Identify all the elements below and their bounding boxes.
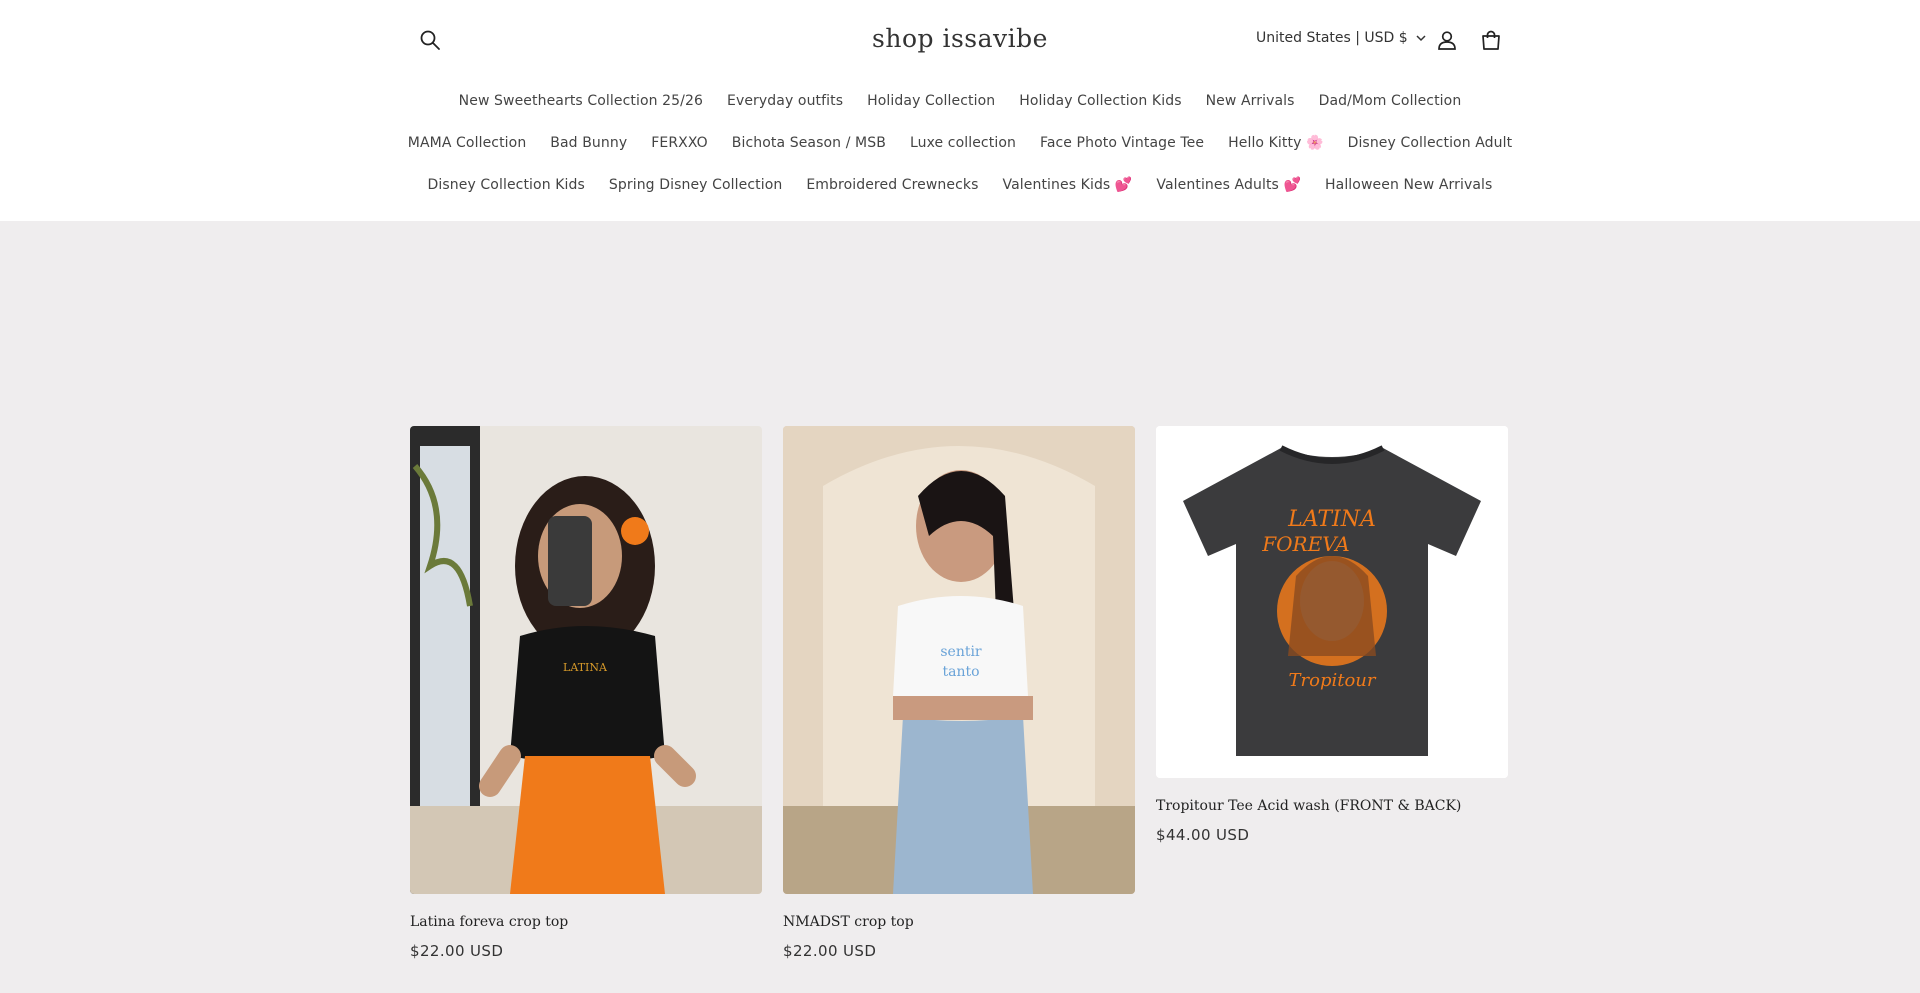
cart-icon (1482, 30, 1500, 50)
chevron-down-icon (1416, 35, 1426, 42)
cart-button[interactable] (1471, 20, 1511, 60)
nav-row-2: MAMA Collection Bad Bunny FERXXO Bichota… (0, 122, 1920, 164)
product-photo-tropitour-tee: LATINA FOREVA Tropitour (1156, 426, 1508, 778)
svg-text:sentir: sentir (940, 644, 982, 660)
svg-text:LATINA: LATINA (563, 661, 608, 674)
svg-text:FOREVA: FOREVA (1261, 532, 1349, 556)
product-title[interactable]: Latina foreva crop top (410, 914, 762, 930)
nav-link[interactable]: Halloween New Arrivals (1313, 177, 1504, 193)
nav-link[interactable]: Bichota Season / MSB (720, 135, 898, 151)
product-card[interactable]: sentir tanto NMADST crop top $22.00 USD (783, 426, 1135, 960)
nav-link[interactable]: Face Photo Vintage Tee (1028, 135, 1216, 151)
main-navigation: New Sweethearts Collection 25/26 Everyda… (0, 80, 1920, 206)
nav-link[interactable]: MAMA Collection (396, 135, 539, 151)
account-button[interactable] (1427, 20, 1467, 60)
nav-link[interactable]: New Sweethearts Collection 25/26 (447, 93, 715, 109)
account-icon (1438, 31, 1456, 50)
currency-selector[interactable]: United States | USD $ (1256, 30, 1426, 46)
nav-row-1: New Sweethearts Collection 25/26 Everyda… (0, 80, 1920, 122)
nav-link[interactable]: Spring Disney Collection (597, 177, 794, 193)
svg-text:LATINA: LATINA (1287, 507, 1376, 532)
nav-link[interactable]: Embroidered Crewnecks (794, 177, 990, 193)
nav-link[interactable]: Disney Collection Adult (1336, 135, 1525, 151)
nav-link[interactable]: Holiday Collection (855, 93, 1007, 109)
product-photo-nmadst: sentir tanto (783, 426, 1135, 894)
nav-row-3: Disney Collection Kids Spring Disney Col… (0, 164, 1920, 206)
nav-link[interactable]: Disney Collection Kids (416, 177, 597, 193)
product-price: $44.00 USD (1156, 826, 1250, 844)
product-image[interactable]: LATINA FOREVA Tropitour (1156, 426, 1508, 778)
product-photo-latina-foreva: LATINA (410, 426, 762, 894)
product-image[interactable]: sentir tanto (783, 426, 1135, 894)
nav-link[interactable]: Luxe collection (898, 135, 1028, 151)
product-price: $22.00 USD (783, 942, 877, 960)
nav-link[interactable]: Hello Kitty 🌸 (1216, 135, 1335, 151)
nav-link[interactable]: New Arrivals (1194, 93, 1307, 109)
nav-link[interactable]: Holiday Collection Kids (1007, 93, 1193, 109)
nav-link[interactable]: Everyday outfits (715, 93, 855, 109)
header-top-row: shop issavibe United States | USD $ (410, 18, 1510, 66)
nav-link[interactable]: Valentines Adults 💕 (1144, 177, 1313, 193)
nav-link[interactable]: Dad/Mom Collection (1307, 93, 1474, 109)
svg-text:Tropitour: Tropitour (1289, 670, 1377, 691)
product-card[interactable]: LATINA Latina foreva crop top $22.00 USD (410, 426, 762, 960)
site-header: shop issavibe United States | USD $ New … (0, 0, 1920, 221)
svg-text:tanto: tanto (942, 664, 979, 680)
product-title[interactable]: NMADST crop top (783, 914, 1135, 930)
product-price: $22.00 USD (410, 942, 504, 960)
nav-link[interactable]: Bad Bunny (538, 135, 639, 151)
nav-link[interactable]: Valentines Kids 💕 (991, 177, 1145, 193)
currency-label: United States | USD $ (1256, 30, 1408, 46)
nav-link[interactable]: FERXXO (639, 135, 720, 151)
product-card[interactable]: LATINA FOREVA Tropitour Tropitour Tee Ac… (1156, 426, 1508, 844)
product-title[interactable]: Tropitour Tee Acid wash (FRONT & BACK) (1156, 798, 1508, 814)
product-image[interactable]: LATINA (410, 426, 762, 894)
